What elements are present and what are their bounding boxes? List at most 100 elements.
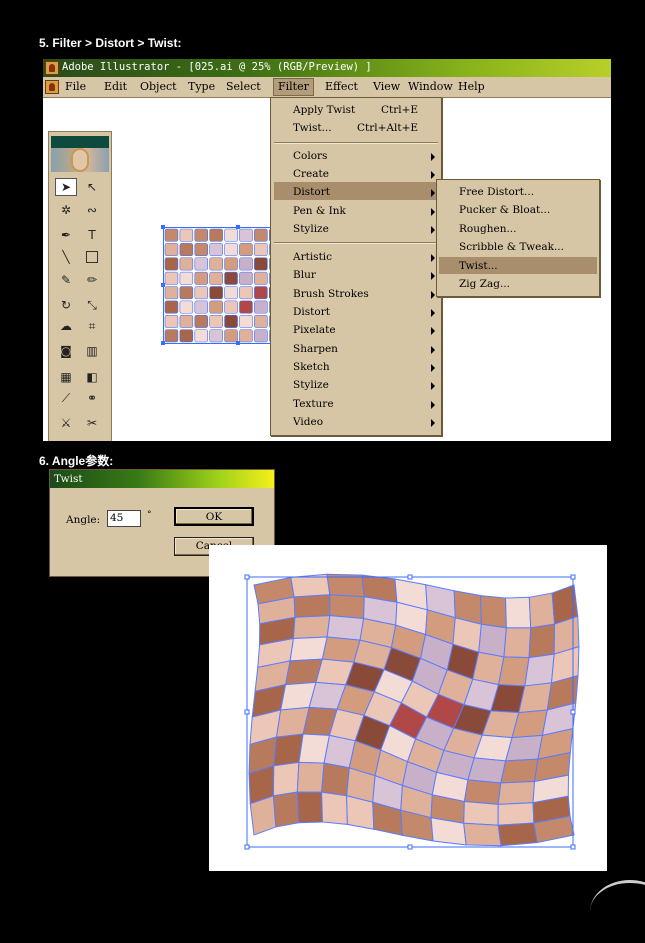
bounding-box-handle[interactable] (570, 709, 576, 715)
scale-tool-icon[interactable]: ⤡ (81, 296, 103, 314)
menu-item-pixelate[interactable]: Pixelate (293, 324, 336, 336)
twisted-tile (272, 791, 300, 828)
menu-item-stylize-photoshop[interactable]: Stylize (293, 379, 329, 391)
free-transform-tool-icon[interactable]: ⌗ (81, 317, 103, 335)
menu-type[interactable]: Type (188, 80, 215, 93)
pencil-tool-icon[interactable]: ✏ (81, 271, 103, 289)
submenu-twist[interactable]: Twist... (459, 260, 498, 272)
mosaic-tile (164, 257, 179, 271)
mosaic-tile (254, 271, 268, 285)
menu-effect[interactable]: Effect (325, 80, 358, 93)
bounding-box-handle[interactable] (244, 709, 250, 715)
gradient-tool-icon[interactable]: ◧ (81, 368, 103, 386)
mosaic-tile (164, 314, 179, 328)
step6-heading: 6. Angle参数: (39, 454, 114, 468)
bounding-box-handle[interactable] (407, 844, 413, 850)
bounding-box-handle[interactable] (570, 844, 576, 850)
magic-wand-tool-icon[interactable]: ✲ (55, 201, 77, 219)
menu-window[interactable]: Window (408, 80, 453, 93)
menu-item-brush-strokes[interactable]: Brush Strokes (293, 288, 369, 300)
selection-handle[interactable] (161, 283, 165, 287)
slice-tool-icon[interactable]: ⚔ (55, 414, 77, 432)
mosaic-tile (194, 271, 208, 285)
mosaic-tile (254, 257, 268, 271)
menu-item-apply-twist[interactable]: Apply Twist (293, 104, 355, 116)
blend-tool-icon[interactable]: ⚭ (81, 389, 103, 407)
mosaic-tile (254, 228, 268, 242)
twisted-tile (480, 595, 507, 629)
mosaic-tile (239, 257, 253, 271)
submenu-roughen[interactable]: Roughen... (459, 223, 516, 235)
selection-handle[interactable] (236, 341, 240, 345)
twisted-tile (528, 623, 556, 659)
direct-selection-tool-icon[interactable]: ↖ (81, 178, 103, 196)
submenu-free-distort[interactable]: Free Distort... (459, 186, 534, 198)
twisted-tile (329, 594, 365, 620)
bounding-box-handle[interactable] (244, 844, 250, 850)
menu-item-stylize[interactable]: Stylize (293, 223, 329, 235)
menu-item-artistic[interactable]: Artistic (293, 251, 332, 263)
line-tool-icon[interactable]: ╲ (55, 248, 77, 266)
scissors-tool-icon[interactable]: ✂ (81, 414, 103, 432)
menu-item-sketch[interactable]: Sketch (293, 361, 330, 373)
menu-item-blur[interactable]: Blur (293, 269, 316, 281)
mesh-tool-icon[interactable]: ▦ (55, 368, 77, 386)
ok-button[interactable]: OK (174, 507, 254, 526)
twisted-tile (463, 779, 502, 805)
menu-item-distort[interactable]: Distort (293, 186, 330, 198)
type-tool-icon[interactable]: T (81, 226, 103, 244)
selection-handle[interactable] (236, 225, 240, 229)
rectangle-tool-icon[interactable] (81, 248, 103, 266)
mosaic-tile (254, 243, 268, 257)
rotate-tool-icon[interactable]: ↻ (55, 296, 77, 314)
bounding-box-handle[interactable] (570, 574, 576, 580)
paintbrush-tool-icon[interactable]: ✎ (55, 271, 77, 289)
submenu-zig-zag[interactable]: Zig Zag... (459, 278, 510, 290)
submenu-arrow-icon (431, 382, 435, 390)
submenu-arrow-icon (431, 419, 435, 427)
menu-item-twist-dialog[interactable]: Twist... (293, 122, 332, 134)
graph-tool-icon[interactable]: ▥ (81, 342, 103, 360)
menu-item-video[interactable]: Video (293, 416, 323, 428)
bounding-box-handle[interactable] (244, 574, 250, 580)
submenu-arrow-icon (431, 171, 435, 179)
warp-tool-icon[interactable]: ☁ (55, 317, 77, 335)
eyedropper-tool-icon[interactable]: ⟋ (55, 389, 77, 407)
menu-item-colors[interactable]: Colors (293, 150, 327, 162)
menu-select[interactable]: Select (226, 80, 261, 93)
selection-handle[interactable] (161, 341, 165, 345)
mosaic-tile (254, 300, 268, 314)
submenu-pucker-bloat[interactable]: Pucker & Bloat... (459, 204, 550, 216)
lasso-tool-icon[interactable]: ∾ (81, 201, 103, 219)
pen-tool-icon[interactable]: ✒ (55, 226, 77, 244)
mosaic-tile (239, 286, 253, 300)
menu-item-distort-photoshop[interactable]: Distort (293, 306, 330, 318)
twisted-tile (505, 596, 532, 629)
document-icon[interactable] (45, 80, 59, 94)
twisted-tile (326, 615, 365, 641)
twisted-tile (296, 761, 325, 793)
menu-object[interactable]: Object (140, 80, 177, 93)
twisted-tile (463, 822, 502, 847)
submenu-arrow-icon (431, 153, 435, 161)
selection-handle[interactable] (161, 225, 165, 229)
mosaic-tile (209, 300, 223, 314)
menu-view[interactable]: View (373, 80, 400, 93)
angle-input[interactable]: 45 (107, 510, 141, 527)
menu-filter[interactable]: Filter (273, 78, 314, 96)
bounding-box-handle[interactable] (407, 574, 413, 580)
menu-item-sharpen[interactable]: Sharpen (293, 343, 338, 355)
mosaic-tile (194, 300, 208, 314)
menu-edit[interactable]: Edit (104, 80, 127, 93)
menu-item-texture[interactable]: Texture (293, 398, 334, 410)
menu-item-pen-ink[interactable]: Pen & Ink (293, 205, 346, 217)
filter-dropdown-menu: Apply Twist Ctrl+E Twist... Ctrl+Alt+E C… (270, 97, 442, 436)
menu-item-create[interactable]: Create (293, 168, 329, 180)
mosaic-tile (179, 228, 194, 242)
submenu-scribble-tweak[interactable]: Scribble & Tweak... (459, 241, 564, 253)
menu-help[interactable]: Help (458, 80, 485, 93)
mosaic-tile (209, 257, 223, 271)
selection-tool-icon[interactable]: ➤ (55, 178, 77, 196)
menu-file[interactable]: File (65, 80, 86, 93)
symbol-sprayer-tool-icon[interactable]: ◙ (55, 342, 77, 360)
